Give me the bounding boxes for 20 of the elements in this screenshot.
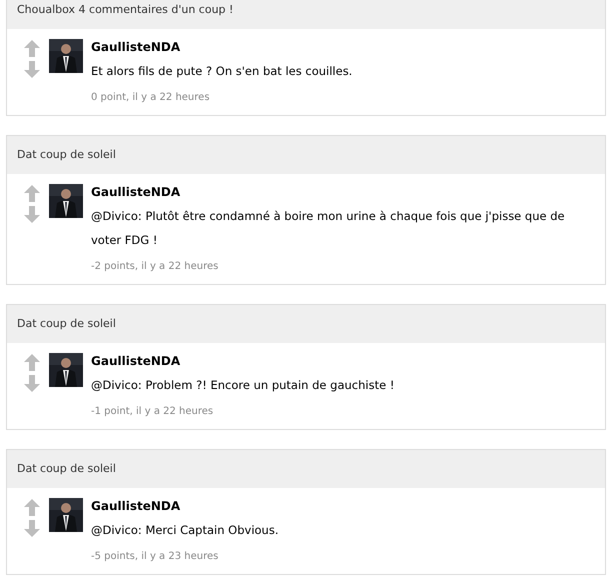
comment-text: Et alors fils de pute ? On s'en bat les couilles. xyxy=(91,63,352,80)
vote-arrows-icon[interactable] xyxy=(24,499,40,537)
thread-title[interactable]: Dat coup de soleil xyxy=(17,146,116,164)
thread-title[interactable]: Choualbox 4 commentaires d'un coup ! xyxy=(17,2,234,18)
comment-meta: 0 point, il y a 22 heures xyxy=(91,91,211,105)
vote-arrows-icon[interactable] xyxy=(24,354,40,392)
comment-text: @Divico: Plutôt être condamné à boire mon urine à chaque fois que j'pisse que de voter FDG ! xyxy=(91,208,566,249)
comment-meta: -5 points, il y a 23 heures xyxy=(91,550,220,564)
comment-text: @Divico: Problem ?! Encore un putain de gauchiste ! xyxy=(91,377,394,394)
comment-meta: -2 points, il y a 22 heures xyxy=(91,260,220,274)
comment-author[interactable]: GaullisteNDA xyxy=(91,39,352,55)
comment-author[interactable]: GaullisteNDA xyxy=(91,184,595,200)
thread-title[interactable]: Dat coup de soleil xyxy=(17,316,116,332)
comment-meta: -1 point, il y a 22 heures xyxy=(91,405,214,419)
vote-arrows-icon[interactable] xyxy=(24,185,40,223)
thread-title[interactable]: Dat coup de soleil xyxy=(17,460,116,478)
comment-text: @Divico: Merci Captain Obvious. xyxy=(91,522,278,539)
comment-author[interactable]: GaullisteNDA xyxy=(91,498,278,514)
vote-arrows-icon[interactable] xyxy=(24,40,40,78)
comment-author[interactable]: GaullisteNDA xyxy=(91,353,394,369)
